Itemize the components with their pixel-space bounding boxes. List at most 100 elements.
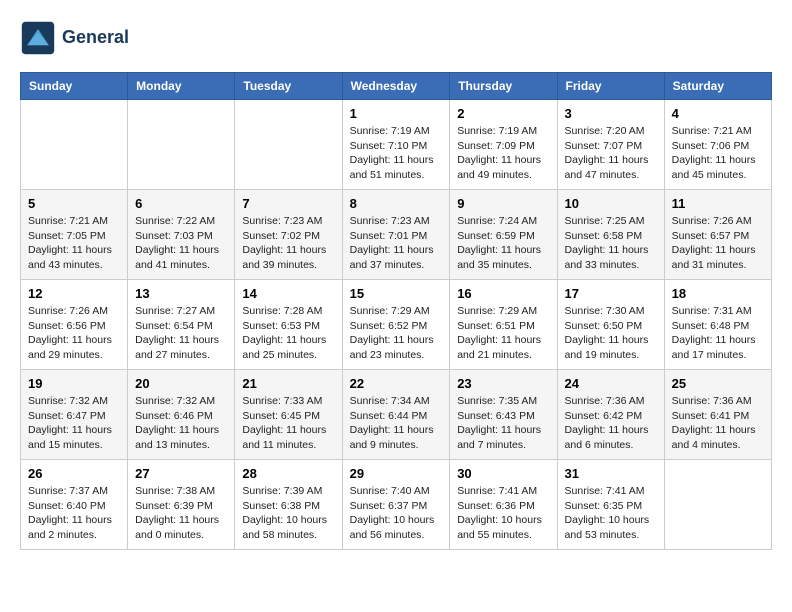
- day-header-sunday: Sunday: [21, 73, 128, 100]
- day-number: 19: [28, 376, 120, 391]
- calendar-cell: 17 Sunrise: 7:30 AM Sunset: 6:50 PM Dayli…: [557, 280, 664, 370]
- day-info: Sunrise: 7:23 AM Sunset: 7:02 PM Dayligh…: [242, 214, 334, 273]
- calendar-cell: [235, 100, 342, 190]
- day-number: 27: [135, 466, 227, 481]
- calendar-cell: 18Sunrise: 7:31 AM Sunset: 6:48 PM Dayli…: [664, 280, 771, 370]
- day-header-saturday: Saturday: [664, 73, 771, 100]
- day-number: 25: [672, 376, 764, 391]
- calendar-cell: 14 Sunrise: 7:28 AM Sunset: 6:53 PM Dayli…: [235, 280, 342, 370]
- calendar-cell: 28 Sunrise: 7:39 AM Sunset: 6:38 PM Dayli…: [235, 460, 342, 550]
- day-info: Sunrise: 7:38 AM Sunset: 6:39 PM Dayligh…: [135, 484, 227, 543]
- calendar-cell: 3 Sunrise: 7:20 AM Sunset: 7:07 PM Daylig…: [557, 100, 664, 190]
- page-header: General: [20, 20, 772, 56]
- day-header-wednesday: Wednesday: [342, 73, 450, 100]
- calendar-cell: 10 Sunrise: 7:25 AM Sunset: 6:58 PM Dayli…: [557, 190, 664, 280]
- calendar-cell: [664, 460, 771, 550]
- day-info: Sunrise: 7:37 AM Sunset: 6:40 PM Dayligh…: [28, 484, 120, 543]
- day-number: 31: [565, 466, 657, 481]
- day-info: Sunrise: 7:41 AM Sunset: 6:36 PM Dayligh…: [457, 484, 549, 543]
- logo-text: General: [62, 28, 129, 48]
- day-number: 14: [242, 286, 334, 301]
- calendar-week-1: 1 Sunrise: 7:19 AM Sunset: 7:10 PM Daylig…: [21, 100, 772, 190]
- calendar-cell: 11 Sunrise: 7:26 AM Sunset: 6:57 PM Dayli…: [664, 190, 771, 280]
- calendar-cell: 21 Sunrise: 7:33 AM Sunset: 6:45 PM Dayli…: [235, 370, 342, 460]
- calendar-cell: 6 Sunrise: 7:22 AM Sunset: 7:03 PM Daylig…: [128, 190, 235, 280]
- calendar-cell: 1 Sunrise: 7:19 AM Sunset: 7:10 PM Daylig…: [342, 100, 450, 190]
- calendar-cell: 4Sunrise: 7:21 AM Sunset: 7:06 PM Daylig…: [664, 100, 771, 190]
- calendar-cell: 16 Sunrise: 7:29 AM Sunset: 6:51 PM Dayli…: [450, 280, 557, 370]
- day-info: Sunrise: 7:30 AM Sunset: 6:50 PM Dayligh…: [565, 304, 657, 363]
- calendar-cell: 7 Sunrise: 7:23 AM Sunset: 7:02 PM Daylig…: [235, 190, 342, 280]
- day-info: Sunrise: 7:41 AM Sunset: 6:35 PM Dayligh…: [565, 484, 657, 543]
- logo-icon: [20, 20, 56, 56]
- day-info: Sunrise: 7:36 AM Sunset: 6:41 PM Dayligh…: [672, 394, 764, 453]
- day-info: Sunrise: 7:32 AM Sunset: 6:46 PM Dayligh…: [135, 394, 227, 453]
- day-info: Sunrise: 7:34 AM Sunset: 6:44 PM Dayligh…: [350, 394, 443, 453]
- calendar-week-2: 5 Sunrise: 7:21 AM Sunset: 7:05 PM Daylig…: [21, 190, 772, 280]
- day-number: 21: [242, 376, 334, 391]
- day-info: Sunrise: 7:26 AM Sunset: 6:56 PM Dayligh…: [28, 304, 120, 363]
- day-info: Sunrise: 7:33 AM Sunset: 6:45 PM Dayligh…: [242, 394, 334, 453]
- calendar-week-5: 26Sunrise: 7:37 AM Sunset: 6:40 PM Dayli…: [21, 460, 772, 550]
- day-number: 5: [28, 196, 120, 211]
- day-header-thursday: Thursday: [450, 73, 557, 100]
- day-number: 24: [565, 376, 657, 391]
- day-number: 17: [565, 286, 657, 301]
- day-number: 16: [457, 286, 549, 301]
- day-info: Sunrise: 7:35 AM Sunset: 6:43 PM Dayligh…: [457, 394, 549, 453]
- day-info: Sunrise: 7:36 AM Sunset: 6:42 PM Dayligh…: [565, 394, 657, 453]
- day-number: 1: [350, 106, 443, 121]
- calendar-cell: 26Sunrise: 7:37 AM Sunset: 6:40 PM Dayli…: [21, 460, 128, 550]
- calendar-cell: 13 Sunrise: 7:27 AM Sunset: 6:54 PM Dayli…: [128, 280, 235, 370]
- calendar-cell: 29 Sunrise: 7:40 AM Sunset: 6:37 PM Dayli…: [342, 460, 450, 550]
- day-info: Sunrise: 7:29 AM Sunset: 6:51 PM Dayligh…: [457, 304, 549, 363]
- calendar-week-3: 12Sunrise: 7:26 AM Sunset: 6:56 PM Dayli…: [21, 280, 772, 370]
- day-info: Sunrise: 7:19 AM Sunset: 7:09 PM Dayligh…: [457, 124, 549, 183]
- day-number: 11: [672, 196, 764, 211]
- calendar-table: SundayMondayTuesdayWednesdayThursdayFrid…: [20, 72, 772, 550]
- day-number: 2: [457, 106, 549, 121]
- day-number: 10: [565, 196, 657, 211]
- calendar-cell: 25 Sunrise: 7:36 AM Sunset: 6:41 PM Dayli…: [664, 370, 771, 460]
- calendar-cell: 9 Sunrise: 7:24 AM Sunset: 6:59 PM Daylig…: [450, 190, 557, 280]
- day-info: Sunrise: 7:29 AM Sunset: 6:52 PM Dayligh…: [350, 304, 443, 363]
- day-info: Sunrise: 7:40 AM Sunset: 6:37 PM Dayligh…: [350, 484, 443, 543]
- day-header-monday: Monday: [128, 73, 235, 100]
- calendar-header-row: SundayMondayTuesdayWednesdayThursdayFrid…: [21, 73, 772, 100]
- day-info: Sunrise: 7:19 AM Sunset: 7:10 PM Dayligh…: [350, 124, 443, 183]
- day-info: Sunrise: 7:27 AM Sunset: 6:54 PM Dayligh…: [135, 304, 227, 363]
- logo: General: [20, 20, 129, 56]
- day-number: 3: [565, 106, 657, 121]
- day-info: Sunrise: 7:23 AM Sunset: 7:01 PM Dayligh…: [350, 214, 443, 273]
- day-number: 7: [242, 196, 334, 211]
- day-info: Sunrise: 7:24 AM Sunset: 6:59 PM Dayligh…: [457, 214, 549, 273]
- day-header-tuesday: Tuesday: [235, 73, 342, 100]
- day-number: 20: [135, 376, 227, 391]
- day-header-friday: Friday: [557, 73, 664, 100]
- day-number: 9: [457, 196, 549, 211]
- day-info: Sunrise: 7:21 AM Sunset: 7:06 PM Dayligh…: [672, 124, 764, 183]
- day-info: Sunrise: 7:39 AM Sunset: 6:38 PM Dayligh…: [242, 484, 334, 543]
- day-info: Sunrise: 7:31 AM Sunset: 6:48 PM Dayligh…: [672, 304, 764, 363]
- calendar-cell: 5 Sunrise: 7:21 AM Sunset: 7:05 PM Daylig…: [21, 190, 128, 280]
- calendar-cell: 20 Sunrise: 7:32 AM Sunset: 6:46 PM Dayli…: [128, 370, 235, 460]
- day-number: 6: [135, 196, 227, 211]
- day-number: 13: [135, 286, 227, 301]
- day-info: Sunrise: 7:28 AM Sunset: 6:53 PM Dayligh…: [242, 304, 334, 363]
- calendar-cell: 15 Sunrise: 7:29 AM Sunset: 6:52 PM Dayli…: [342, 280, 450, 370]
- calendar-cell: 30Sunrise: 7:41 AM Sunset: 6:36 PM Dayli…: [450, 460, 557, 550]
- day-info: Sunrise: 7:25 AM Sunset: 6:58 PM Dayligh…: [565, 214, 657, 273]
- calendar-cell: 27 Sunrise: 7:38 AM Sunset: 6:39 PM Dayli…: [128, 460, 235, 550]
- calendar-cell: 23Sunrise: 7:35 AM Sunset: 6:43 PM Dayli…: [450, 370, 557, 460]
- calendar-cell: 24 Sunrise: 7:36 AM Sunset: 6:42 PM Dayli…: [557, 370, 664, 460]
- day-info: Sunrise: 7:21 AM Sunset: 7:05 PM Dayligh…: [28, 214, 120, 273]
- day-number: 28: [242, 466, 334, 481]
- day-number: 15: [350, 286, 443, 301]
- day-number: 29: [350, 466, 443, 481]
- day-info: Sunrise: 7:20 AM Sunset: 7:07 PM Dayligh…: [565, 124, 657, 183]
- day-info: Sunrise: 7:26 AM Sunset: 6:57 PM Dayligh…: [672, 214, 764, 273]
- calendar-cell: [21, 100, 128, 190]
- calendar-week-4: 19Sunrise: 7:32 AM Sunset: 6:47 PM Dayli…: [21, 370, 772, 460]
- calendar-cell: 19Sunrise: 7:32 AM Sunset: 6:47 PM Dayli…: [21, 370, 128, 460]
- day-info: Sunrise: 7:22 AM Sunset: 7:03 PM Dayligh…: [135, 214, 227, 273]
